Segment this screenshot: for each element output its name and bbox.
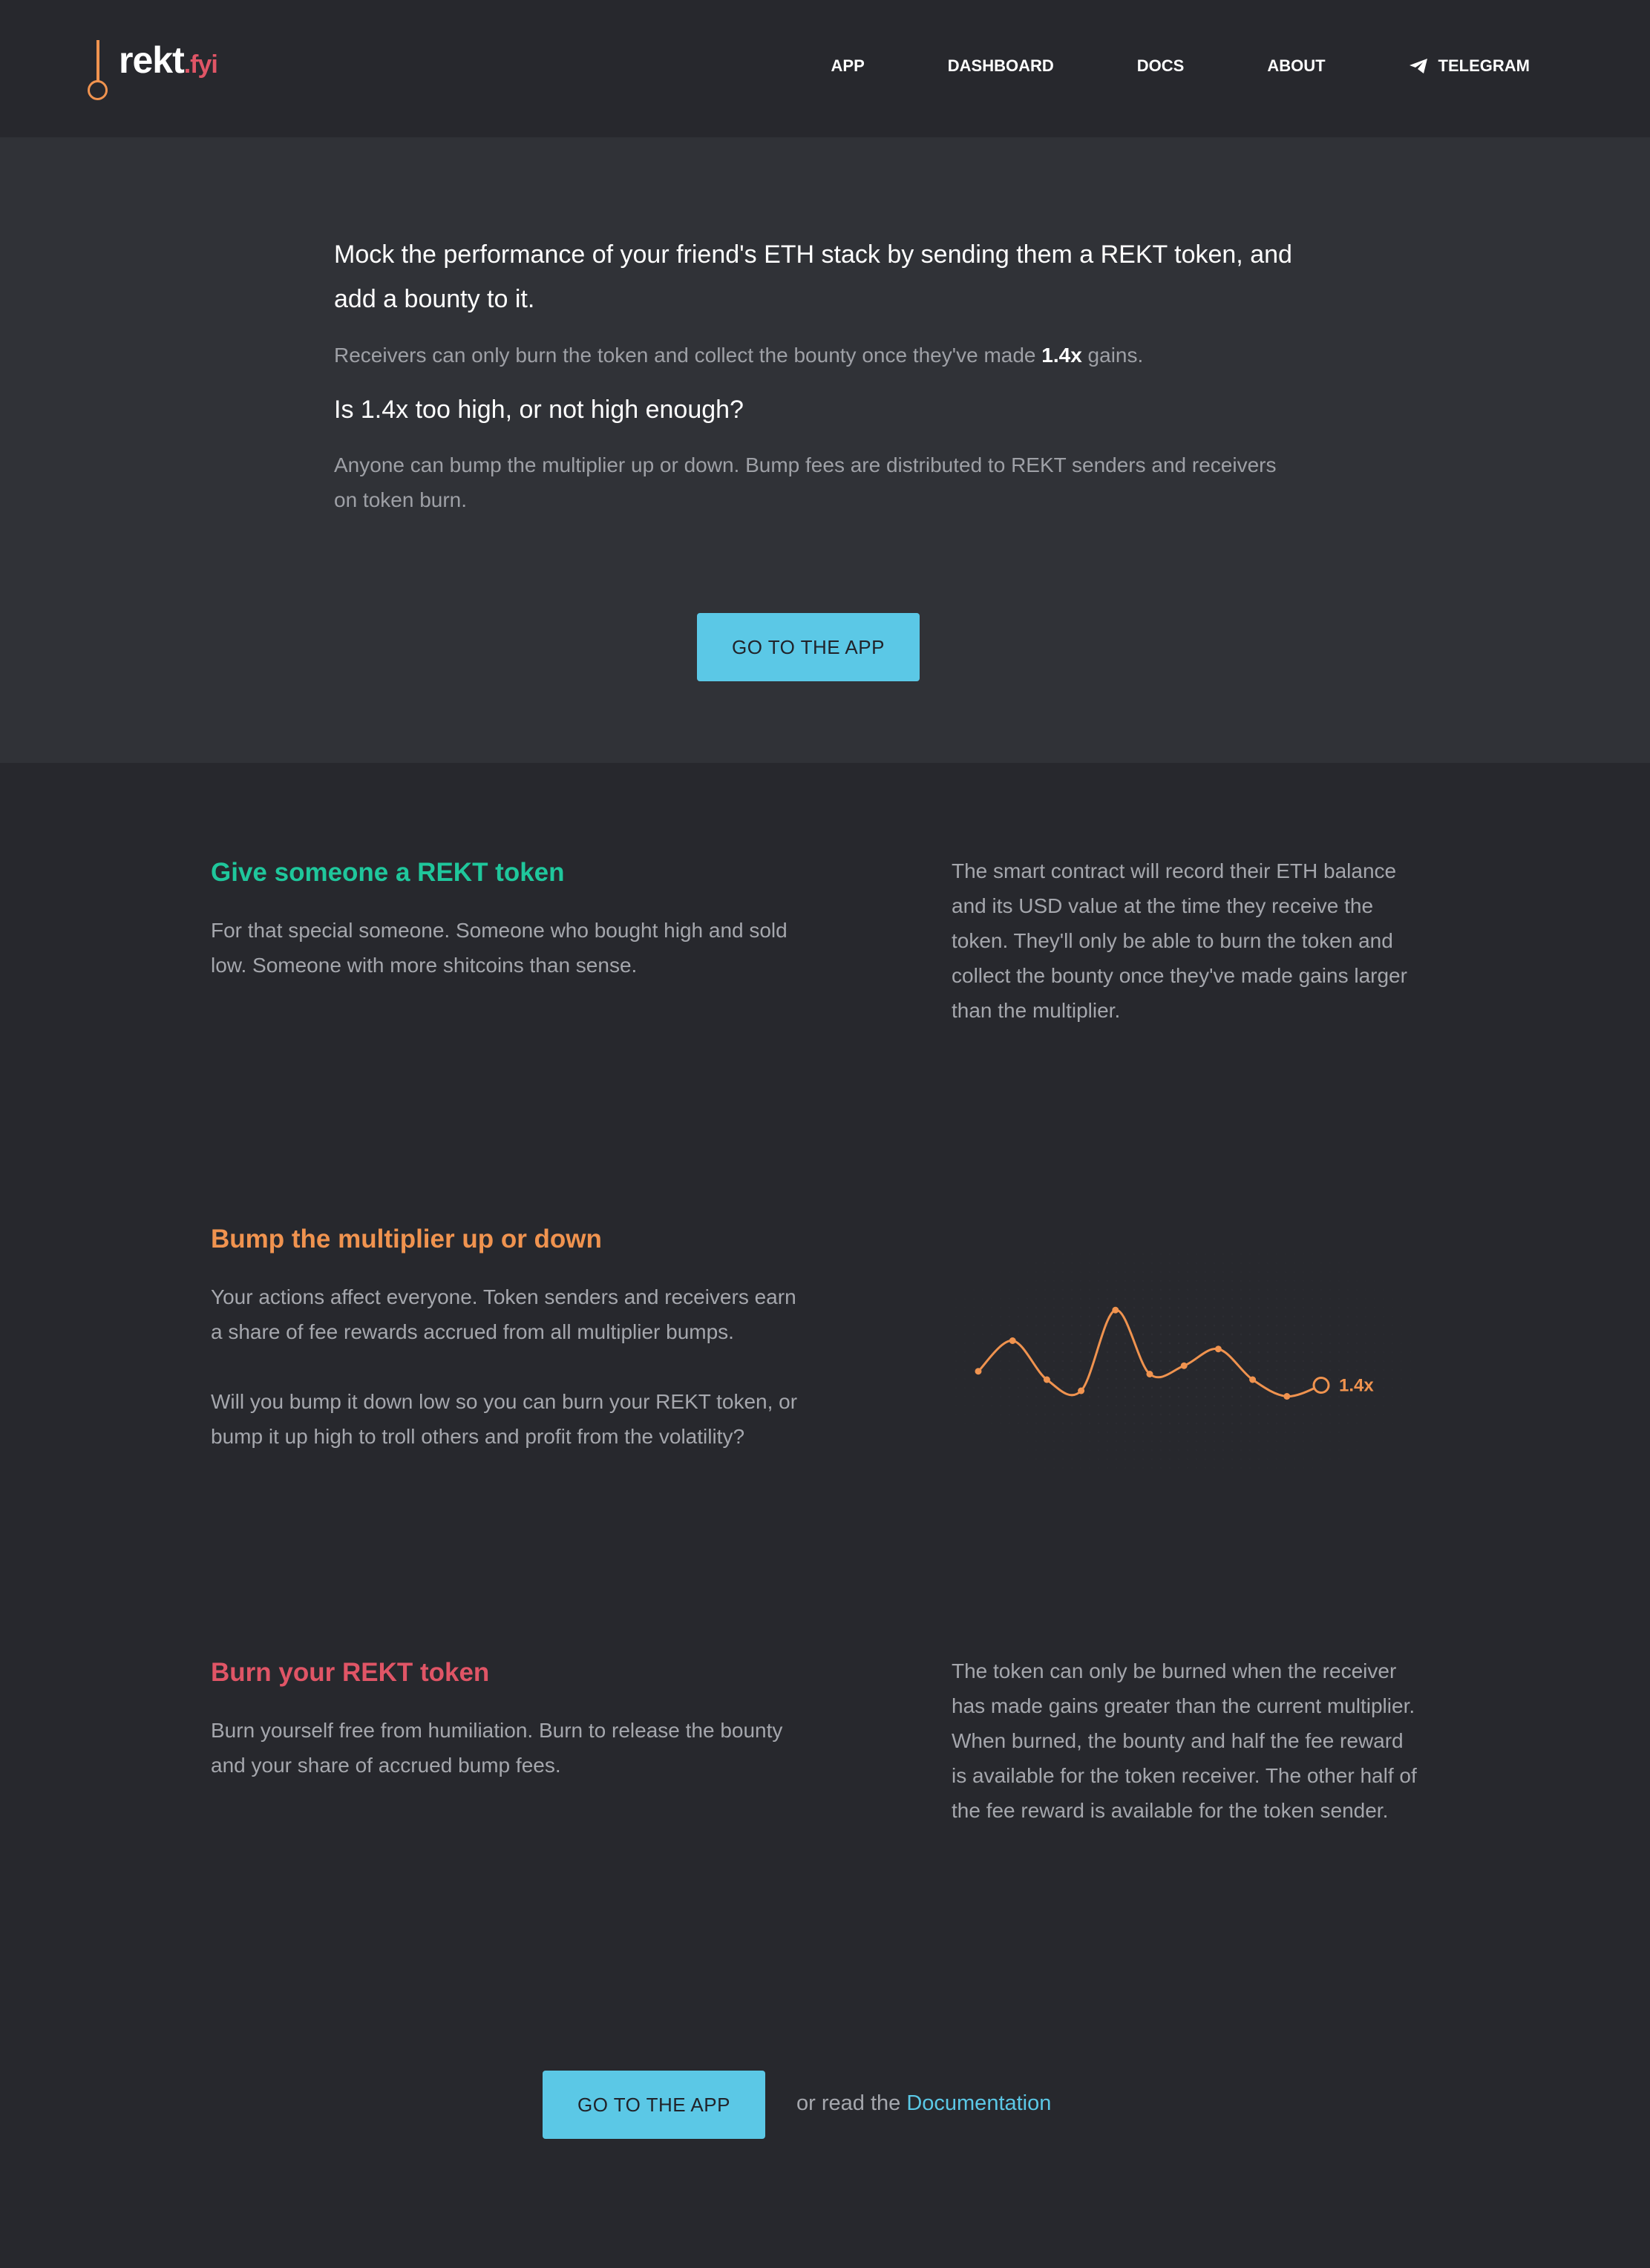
section-give-token-left: Give someone a REKT token For that speci…: [211, 856, 805, 983]
chart-data-point: [1112, 1306, 1119, 1314]
logo-main: rekt: [119, 39, 185, 81]
chart-fade: [952, 1250, 1412, 1472]
chart-data-point: [1146, 1371, 1153, 1377]
section-give-token: Give someone a REKT token For that speci…: [211, 856, 1443, 1079]
hero-condition-after: gains.: [1081, 344, 1144, 367]
section-burn-detail: The token can only be burned when the re…: [952, 1659, 1417, 1822]
section-bump-text-2: Will you bump it down low so you can bur…: [211, 1390, 798, 1448]
site-header: rekt.fyi APP DASHBOARD DOCS ABOUT TELEGR…: [0, 0, 1650, 137]
chart-data-point: [1078, 1387, 1085, 1394]
logo[interactable]: rekt.fyi: [83, 36, 232, 102]
section-give-token-detail: The smart contract will record their ETH…: [952, 859, 1407, 1022]
footer-cta: GO TO THE APP or read the Documentation: [543, 2071, 1136, 2139]
section-give-token-title: Give someone a REKT token: [211, 858, 565, 887]
logo-pendulum-stick: [96, 40, 99, 82]
hero-condition-before: Receivers can only burn the token and co…: [334, 344, 1042, 367]
section-give-token-right: The smart contract will record their ETH…: [952, 856, 1419, 1028]
chart-data-point: [1043, 1376, 1050, 1383]
telegram-icon: [1409, 59, 1427, 73]
chart-data-point: [975, 1368, 982, 1375]
section-burn-text: Burn yourself free from humiliation. Bur…: [211, 1719, 783, 1777]
footer-cta-text: or read the Documentation: [796, 2071, 1051, 2136]
nav-dashboard[interactable]: DASHBOARD: [948, 56, 1054, 76]
multiplier-chart: 1.4x: [952, 1250, 1412, 1472]
chart-data-point: [1214, 1346, 1222, 1353]
footer-cta-prefix: or read the: [796, 2091, 907, 2115]
chart-data-point: [1180, 1362, 1188, 1369]
footer-go-to-app-button[interactable]: GO TO THE APP: [543, 2071, 765, 2139]
chart-current-label: 1.4x: [1339, 1376, 1374, 1396]
hero-bump-text: Anyone can bump the multiplier up or dow…: [334, 453, 1277, 511]
documentation-link[interactable]: Documentation: [906, 2091, 1051, 2115]
logo-pendulum-ring: [88, 80, 108, 100]
hero-lead: Mock the performance of your friend's ET…: [334, 240, 1292, 313]
section-bump-text-1: Your actions affect everyone. Token send…: [211, 1285, 796, 1343]
section-give-token-text: For that special someone. Someone who bo…: [211, 919, 788, 977]
section-burn-left: Burn your REKT token Burn yourself free …: [211, 1656, 805, 1783]
section-bump-left: Bump the multiplier up or down Your acti…: [211, 1223, 805, 1454]
chart-data-point: [1283, 1393, 1291, 1400]
main-nav: APP DASHBOARD DOCS ABOUT TELEGRAM: [831, 55, 1530, 77]
section-burn-token: Burn your REKT token Burn yourself free …: [211, 1656, 1443, 1879]
hero-multiplier: 1.4x: [1041, 344, 1082, 367]
section-bump-multiplier: Bump the multiplier up or down Your acti…: [211, 1223, 1443, 1483]
nav-docs[interactable]: DOCS: [1137, 56, 1185, 76]
chart-data-point: [1009, 1337, 1016, 1344]
logo-text: rekt.fyi: [119, 39, 218, 82]
chart-data-point: [1249, 1376, 1257, 1383]
section-bump-title: Bump the multiplier up or down: [211, 1225, 602, 1253]
nav-telegram[interactable]: TELEGRAM: [1409, 56, 1530, 76]
nav-telegram-label: TELEGRAM: [1438, 56, 1530, 75]
section-burn-right: The token can only be burned when the re…: [952, 1656, 1419, 1828]
nav-app[interactable]: APP: [831, 56, 865, 76]
chart-current-point: [1312, 1377, 1330, 1394]
multiplier-chart-svg: 1.4x: [952, 1250, 1412, 1472]
hero-question: Is 1.4x too high, or not high enough?: [334, 396, 744, 424]
hero-go-to-app-button[interactable]: GO TO THE APP: [697, 613, 920, 681]
section-burn-title: Burn your REKT token: [211, 1658, 490, 1687]
logo-tld: .fyi: [183, 50, 218, 79]
nav-about[interactable]: ABOUT: [1267, 56, 1325, 76]
hero-content: Mock the performance of your friend's ET…: [334, 232, 1299, 517]
hero-section: Mock the performance of your friend's ET…: [0, 137, 1650, 763]
hero-condition: Receivers can only burn the token and co…: [334, 338, 1299, 373]
